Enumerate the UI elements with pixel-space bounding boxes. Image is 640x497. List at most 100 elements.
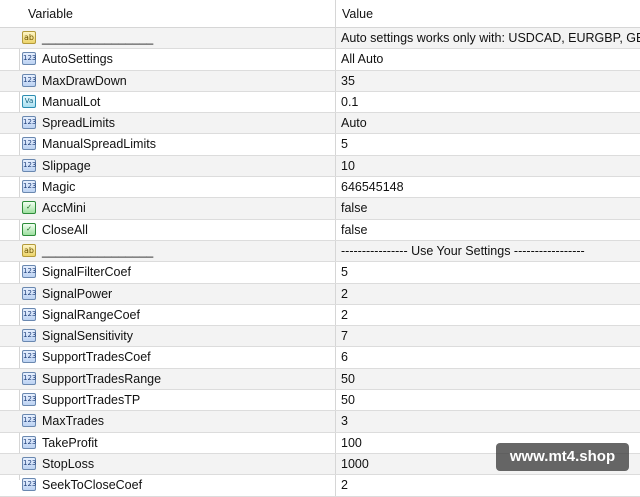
variable-name: Slippage xyxy=(42,158,91,173)
table-row[interactable]: 123 SignalFilterCoef 5 xyxy=(0,262,640,284)
string-icon: ab xyxy=(22,243,36,257)
integer-icon: 123 xyxy=(22,180,36,194)
table-row[interactable]: ✓ AccMini false xyxy=(0,198,640,220)
integer-icon: 123 xyxy=(22,265,36,279)
cell-divider xyxy=(335,326,336,347)
cell-divider xyxy=(335,70,336,91)
variable-value[interactable]: Auto xyxy=(341,113,640,133)
grid-rows: ab ________________ Auto settings works on… xyxy=(0,28,640,497)
variable-value[interactable]: 6 xyxy=(341,347,640,367)
variable-value[interactable]: 10 xyxy=(341,156,640,176)
variable-value[interactable]: 35 xyxy=(341,71,640,91)
variable-value[interactable]: false xyxy=(341,220,640,240)
variable-value[interactable]: All Auto xyxy=(341,49,640,69)
variable-name: SupportTradesCoef xyxy=(42,350,151,365)
variable-value[interactable]: 5 xyxy=(341,262,640,282)
integer-icon: 123 xyxy=(22,435,36,449)
variable-value[interactable]: 7 xyxy=(341,326,640,346)
variable-value[interactable]: 50 xyxy=(341,369,640,389)
table-row[interactable]: 123 SignalPower 2 xyxy=(0,283,640,305)
table-row[interactable]: 123 SeekToCloseCoef 2 xyxy=(0,475,640,497)
integer-icon: 123 xyxy=(22,329,36,343)
cell-divider xyxy=(335,155,336,177)
double-icon: Va xyxy=(22,94,36,108)
cell-divider xyxy=(335,198,336,219)
cell-divider xyxy=(335,240,336,262)
integer-icon: 123 xyxy=(22,286,36,300)
cell-divider xyxy=(335,91,336,113)
cell-divider xyxy=(335,475,336,496)
integer-icon: 123 xyxy=(22,73,36,87)
table-row[interactable]: 123 SpreadLimits Auto xyxy=(0,113,640,135)
variable-name: AutoSettings xyxy=(42,52,113,67)
variable-name: AccMini xyxy=(42,201,86,216)
grid-header: Variable Value xyxy=(0,0,640,28)
table-row[interactable]: ab ________________ Auto settings works on… xyxy=(0,28,640,50)
variable-name: ManualLot xyxy=(42,94,101,109)
variable-value[interactable]: 2 xyxy=(341,284,640,304)
table-row[interactable]: 123 Magic 646545148 xyxy=(0,177,640,199)
cell-divider xyxy=(335,432,336,453)
variable-name: CloseAll xyxy=(42,222,88,237)
cell-divider xyxy=(335,219,336,240)
table-row[interactable]: 123 AutoSettings All Auto xyxy=(0,49,640,71)
column-header-variable[interactable]: Variable xyxy=(28,7,73,21)
table-row[interactable]: ab ________________ ---------------- Use Y… xyxy=(0,240,640,263)
variable-value[interactable]: 50 xyxy=(341,390,640,410)
variable-value[interactable]: 2 xyxy=(341,305,640,325)
integer-icon: 123 xyxy=(22,158,36,172)
variable-name: StopLoss xyxy=(42,456,95,471)
table-row[interactable]: 123 ManualSpreadLimits 5 xyxy=(0,134,640,156)
cell-divider xyxy=(335,49,336,70)
variable-name: SignalFilterCoef xyxy=(42,265,131,280)
variable-name: SignalPower xyxy=(42,286,113,301)
cell-divider xyxy=(335,347,336,368)
integer-icon: 123 xyxy=(22,456,36,470)
variable-value[interactable]: 5 xyxy=(341,134,640,154)
table-row[interactable]: ✓ CloseAll false xyxy=(0,219,640,241)
cell-divider xyxy=(335,283,336,304)
integer-icon: 123 xyxy=(22,137,36,151)
table-row[interactable]: 123 SignalSensitivity 7 xyxy=(0,326,640,348)
table-row[interactable]: 123 SupportTradesRange 50 xyxy=(0,368,640,391)
integer-icon: 123 xyxy=(22,350,36,364)
cell-divider xyxy=(335,411,336,432)
variable-name: SignalSensitivity xyxy=(42,329,134,344)
cell-divider xyxy=(335,177,336,198)
integer-icon: 123 xyxy=(22,371,36,385)
table-row[interactable]: 123 SupportTradesTP 50 xyxy=(0,390,640,412)
cell-divider xyxy=(335,453,336,475)
column-divider[interactable] xyxy=(335,0,336,27)
table-row[interactable]: 123 MaxTrades 3 xyxy=(0,411,640,433)
variable-name: MaxTrades xyxy=(42,414,105,429)
variable-value[interactable]: false xyxy=(341,198,640,218)
variable-value[interactable]: 646545148 xyxy=(341,177,640,197)
cell-divider xyxy=(335,304,336,326)
integer-icon: 123 xyxy=(22,478,36,492)
integer-icon: 123 xyxy=(22,116,36,130)
variable-value[interactable]: ---------------- Use Your Settings -----… xyxy=(341,241,640,261)
integer-icon: 123 xyxy=(22,414,36,428)
cell-divider xyxy=(335,262,336,283)
variable-value[interactable]: 2 xyxy=(341,475,640,495)
variable-name: MaxDrawDown xyxy=(42,73,127,88)
table-row[interactable]: 123 SignalRangeCoef 2 xyxy=(0,304,640,327)
boolean-icon: ✓ xyxy=(22,222,36,236)
integer-icon: 123 xyxy=(22,52,36,66)
table-row[interactable]: 123 MaxDrawDown 35 xyxy=(0,70,640,92)
string-icon: ab xyxy=(22,31,36,44)
cell-divider xyxy=(335,368,336,390)
table-row[interactable]: 123 SupportTradesCoef 6 xyxy=(0,347,640,369)
variable-value[interactable]: 0.1 xyxy=(341,92,640,112)
variable-name: SupportTradesTP xyxy=(42,393,141,408)
variable-name: ManualSpreadLimits xyxy=(42,137,156,152)
table-row[interactable]: Va ManualLot 0.1 xyxy=(0,91,640,114)
variable-name: SignalRangeCoef xyxy=(42,307,140,322)
variable-value[interactable]: 3 xyxy=(341,411,640,431)
variable-name: SpreadLimits xyxy=(42,116,115,131)
integer-icon: 123 xyxy=(22,307,36,321)
inputs-grid: Variable Value ab ________________ Auto se… xyxy=(0,0,640,497)
variable-value[interactable]: Auto settings works only with: USDCAD, E… xyxy=(341,28,640,48)
table-row[interactable]: 123 Slippage 10 xyxy=(0,155,640,178)
column-header-value[interactable]: Value xyxy=(342,7,373,21)
